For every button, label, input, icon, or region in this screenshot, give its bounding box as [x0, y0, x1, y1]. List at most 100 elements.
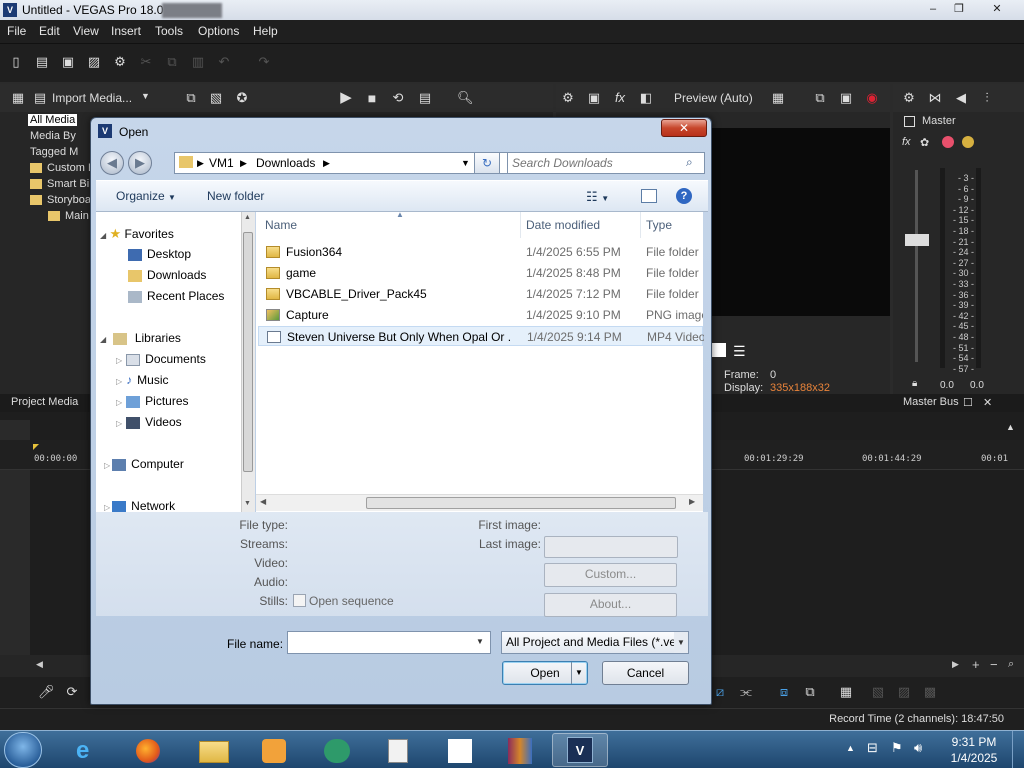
snap-icon[interactable]: ⧄: [712, 684, 728, 700]
breadcrumb-downloads[interactable]: Downloads: [256, 156, 315, 170]
ignore-grouping-icon[interactable]: ⧉: [802, 684, 818, 700]
nav-recent-places[interactable]: Recent Places: [128, 289, 224, 303]
maximize-tab-icon[interactable]: ☐: [963, 396, 973, 409]
scroll-up-icon[interactable]: ▲: [1006, 422, 1018, 434]
back-arrow-icon[interactable]: ◀: [100, 151, 124, 175]
envelope-tool-icon[interactable]: ▧: [870, 684, 886, 700]
taskbar-firefox[interactable]: [120, 733, 176, 767]
nav-libraries[interactable]: ◢ Libraries: [100, 331, 181, 345]
tree-item-tagged-media[interactable]: Tagged M: [30, 146, 78, 158]
new-file-icon[interactable]: ▯: [8, 54, 24, 70]
file-type-select[interactable]: All Project and Media Files (*.veg ▼: [501, 631, 689, 654]
import-media-icon[interactable]: ▤: [32, 90, 48, 106]
trim-tool-icon[interactable]: ▩: [922, 684, 938, 700]
menu-tools[interactable]: Tools: [155, 24, 183, 38]
zoom-in-icon[interactable]: +: [972, 657, 980, 672]
copy-snapshot-icon[interactable]: ⧉: [812, 90, 828, 106]
restore-button[interactable]: ❐: [948, 1, 970, 17]
search-icon[interactable]: ⌕: [686, 155, 693, 170]
menu-view[interactable]: View: [73, 24, 99, 38]
file-name-combo[interactable]: ▼: [287, 631, 491, 654]
selection-tool-icon[interactable]: ▦: [838, 684, 854, 700]
record-icon[interactable]: ◉: [864, 90, 880, 106]
file-row[interactable]: VBCABLE_Driver_Pack45 1/4/2025 7:12 PM Fil…: [258, 284, 703, 304]
downmix-icon[interactable]: ⋈: [927, 90, 943, 106]
start-orb-icon[interactable]: [4, 732, 42, 768]
search-box[interactable]: ⌕: [507, 152, 705, 174]
taskbar-vegas-pro[interactable]: V: [552, 733, 608, 767]
settings-gear-icon[interactable]: ⚙: [112, 54, 128, 70]
file-list-hscrollbar[interactable]: ◀ ▶: [256, 494, 703, 511]
address-dropdown-icon[interactable]: ▼: [461, 158, 470, 168]
close-window-button[interactable]: ✕: [986, 1, 1008, 17]
taskbar-app-swirl[interactable]: [308, 733, 364, 767]
column-header-type[interactable]: Type: [641, 212, 703, 238]
file-name-input[interactable]: [291, 633, 471, 652]
chevron-down-icon[interactable]: ▼: [141, 91, 150, 101]
menu-options[interactable]: Options: [198, 24, 239, 38]
nav-music[interactable]: ▷ ♪ Music: [116, 373, 169, 387]
paste-icon[interactable]: ▥: [190, 54, 206, 70]
dim-output-icon[interactable]: ◀: [953, 90, 969, 106]
nav-network[interactable]: ▷ Network: [104, 499, 175, 513]
preview-stop-icon[interactable]: [712, 343, 726, 357]
scroll-up-icon[interactable]: ▲: [244, 214, 251, 221]
change-view-icon[interactable]: ☷ ▼: [586, 189, 609, 205]
auto-ripple-icon[interactable]: ⫘: [738, 684, 754, 700]
cursor-marker-icon[interactable]: [33, 444, 39, 450]
record-audio-icon[interactable]: 🎤︎: [38, 684, 55, 700]
lock-envelopes-icon[interactable]: ⧈: [776, 684, 792, 700]
dialog-close-button[interactable]: ✕: [661, 119, 707, 137]
file-row[interactable]: game 1/4/2025 8:48 PM File folder: [258, 263, 703, 283]
save-as-icon[interactable]: ▨: [86, 54, 102, 70]
chevron-down-icon[interactable]: ▼: [476, 637, 484, 646]
nav-videos[interactable]: ▷ Videos: [116, 415, 182, 429]
stop-icon[interactable]: ■: [364, 90, 380, 106]
nav-favorites[interactable]: ◢ ★ Favorites: [100, 226, 174, 242]
file-row[interactable]: Capture 1/4/2025 9:10 PM PNG image: [258, 305, 703, 325]
scroll-right-icon[interactable]: ▶: [952, 659, 959, 670]
file-row[interactable]: Steven Universe But Only When Opal Or ..…: [258, 326, 704, 346]
scroll-left-icon[interactable]: ◀: [260, 497, 266, 506]
chevron-down-icon[interactable]: ▼: [575, 662, 583, 684]
volume-icon[interactable]: 🔊︎: [914, 740, 922, 756]
new-folder-button[interactable]: New folder: [207, 189, 264, 203]
fx-icon[interactable]: fx: [612, 90, 628, 106]
tree-item-custom-bins[interactable]: Custom B: [30, 162, 95, 174]
tree-item-smart-bins[interactable]: Smart Bi: [30, 178, 89, 190]
minimize-button[interactable]: –: [922, 1, 944, 17]
menu-file[interactable]: File: [7, 24, 26, 38]
network-tray-icon[interactable]: ⊟: [867, 740, 878, 756]
taskbar-media-player[interactable]: [246, 733, 302, 767]
nav-computer[interactable]: ▷ Computer: [104, 457, 184, 471]
column-header-date[interactable]: Date modified: [521, 212, 641, 238]
tab-project-media[interactable]: Project Media: [11, 396, 78, 408]
mute-icon[interactable]: ✿: [920, 136, 929, 149]
loop-icon[interactable]: ⟳: [64, 684, 80, 700]
hscrollbar-thumb[interactable]: [366, 497, 676, 509]
master-gear-icon[interactable]: ⚙: [901, 90, 917, 106]
preview-quality-dropdown[interactable]: Preview (Auto): [674, 91, 753, 105]
breadcrumb-separator-icon[interactable]: ▶: [240, 158, 247, 169]
refresh-icon[interactable]: ↻: [474, 152, 500, 174]
capture-icon[interactable]: ⧉: [183, 90, 199, 106]
master-checkbox[interactable]: [904, 116, 915, 127]
breadcrumb-vm1[interactable]: VM1: [209, 156, 234, 170]
tree-item-all-media[interactable]: All Media: [28, 114, 78, 126]
copy-icon[interactable]: ⧉: [164, 54, 180, 70]
nav-documents[interactable]: ▷ Documents: [116, 352, 206, 366]
help-icon[interactable]: ?: [676, 188, 692, 204]
tree-item-media-bins[interactable]: Media By: [30, 130, 76, 142]
split-tool-icon[interactable]: ▨: [896, 684, 912, 700]
save-icon[interactable]: ▣: [60, 54, 76, 70]
close-tab-icon[interactable]: ✕: [983, 396, 992, 409]
scroll-down-icon[interactable]: ▼: [244, 500, 251, 507]
nav-pictures[interactable]: ▷ Pictures: [116, 394, 189, 408]
lock-icon[interactable]: 🔒︎: [912, 378, 917, 389]
menu-help[interactable]: Help: [253, 24, 278, 38]
preview-pane-icon[interactable]: [641, 189, 657, 203]
open-folder-icon[interactable]: ▤: [34, 54, 50, 70]
scroll-left-icon[interactable]: ◀: [36, 659, 43, 670]
auto-preview-icon[interactable]: ⟲: [390, 90, 406, 106]
scroll-right-icon[interactable]: ▶: [689, 497, 695, 506]
